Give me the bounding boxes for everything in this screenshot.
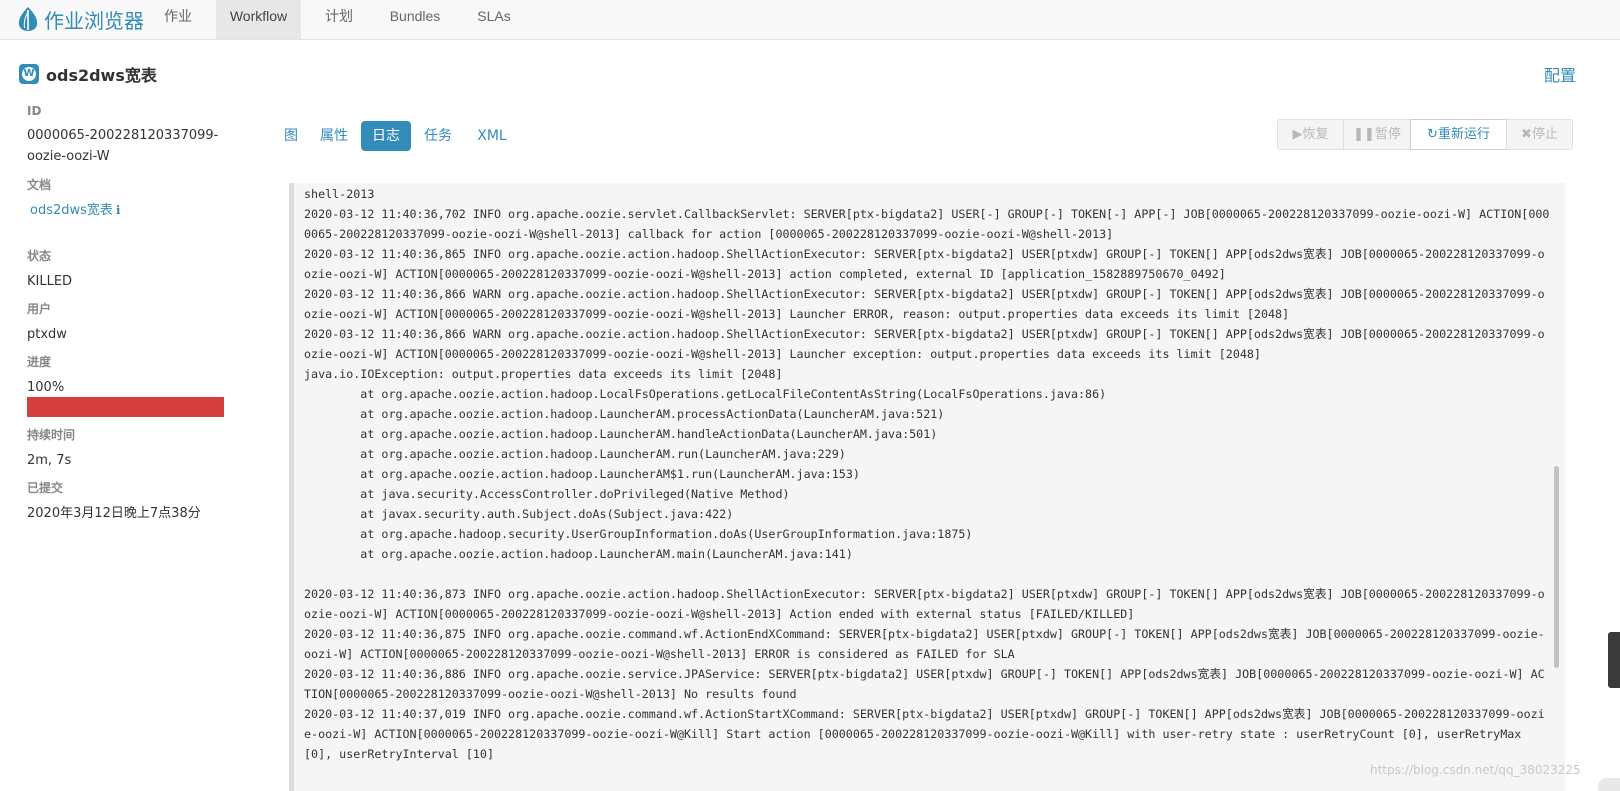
log-line: at org.apache.oozie.action.hadoop.Launch… [360,467,860,481]
nav-item-jobs[interactable]: 作业 [155,0,201,39]
action-button-group: ▶恢复 ❚❚暂停 ↻重新运行 ✖停止 [1277,119,1573,150]
pause-icon: ❚❚ [1353,127,1375,142]
log-line: 2020-03-12 11:40:36,866 WARN org.apache.… [304,327,1545,361]
duration-value: 2m, 7s [27,453,72,468]
info-icon[interactable]: ℹ [116,203,121,217]
side-feedback-widget[interactable] [1608,632,1620,688]
brand[interactable]: 作业浏览器 [16,4,144,34]
log-line: 2020-03-12 11:40:36,866 WARN org.apache.… [304,287,1545,321]
tab-log[interactable]: 日志 [361,121,411,151]
nav-item-workflow[interactable]: Workflow [216,0,301,39]
refresh-icon: ↻ [1427,127,1438,142]
user-label: 用户 [27,302,52,316]
log-line: 2020-03-12 11:40:36,875 INFO org.apache.… [304,627,1545,661]
log-line: at org.apache.oozie.action.hadoop.Launch… [360,407,945,421]
log-panel[interactable]: shell-2013 2020-03-12 11:40:36,702 INFO … [289,183,1565,791]
id-section: ID 0000065-200228120337099-oozie-oozi-W [27,104,227,167]
progress-bar [27,397,224,417]
log-line: at org.apache.oozie.action.hadoop.LocalF… [360,387,1107,401]
log-line: at org.apache.hadoop.security.UserGroupI… [360,527,973,541]
rerun-button[interactable]: ↻重新运行 [1410,119,1507,150]
progress-label: 进度 [27,355,52,369]
status-label: 状态 [27,249,52,263]
tab-properties[interactable]: 属性 [316,121,352,151]
suspend-button[interactable]: ❚❚暂停 [1343,119,1411,150]
log-line: 2020-03-12 11:40:36,873 INFO org.apache.… [304,587,1545,621]
nav-item-bundles[interactable]: Bundles [383,0,447,39]
tab-graph[interactable]: 图 [282,121,300,151]
kill-button[interactable]: ✖停止 [1506,119,1573,150]
submitted-label: 已提交 [27,481,64,495]
status-section: 状态 KILLED [27,247,227,292]
top-navbar: 作业浏览器 作业 Workflow 计划 Bundles SLAs [0,0,1620,40]
log-line: 2020-03-12 11:40:36,865 INFO org.apache.… [304,247,1545,281]
doc-link[interactable]: ods2dws宽表 [30,203,113,218]
duration-label: 持续时间 [27,428,76,442]
config-link[interactable]: 配置 [1544,62,1576,86]
log-scrollbar[interactable] [1554,466,1559,668]
log-line: at org.apache.oozie.action.hadoop.Launch… [360,447,846,461]
log-line: at org.apache.oozie.action.hadoop.Launch… [360,547,853,561]
log-line: shell-2013 [304,187,375,201]
log-line: java.io.IOException: output.properties d… [304,367,783,381]
doc-section: 文档 ods2dws宽表 ℹ [27,176,227,221]
play-icon: ▶ [1292,127,1303,142]
submitted-value: 2020年3月12日晚上7点38分 [27,506,201,521]
log-line: 2020-03-12 11:40:36,886 INFO org.apache.… [304,667,1545,701]
doc-label: 文档 [27,178,52,192]
user-value: ptxdw [27,327,67,342]
id-value: 0000065-200228120337099-oozie-oozi-W [27,128,219,164]
log-line: 2020-03-12 11:40:37,019 INFO org.apache.… [304,707,1545,761]
close-icon: ✖ [1521,127,1532,142]
log-text: shell-2013 2020-03-12 11:40:36,702 INFO … [304,184,1551,764]
user-section: 用户 ptxdw [27,300,227,345]
progress-section: 进度 100% [27,353,227,417]
status-value: KILLED [27,274,73,289]
progress-value: 100% [27,380,65,395]
tab-tasks[interactable]: 任务 [420,121,456,151]
watermark: https://blog.csdn.net/qq_38023225 [1370,763,1581,777]
app-title: 作业浏览器 [44,8,144,33]
submitted-section: 已提交 2020年3月12日晚上7点38分 [27,479,227,524]
oozie-logo-icon [18,7,38,31]
workflow-badge-icon: W [19,64,39,84]
log-line: at org.apache.oozie.action.hadoop.Launch… [360,427,938,441]
corner-widget[interactable] [1598,778,1620,791]
job-header: W ods2dws宽表 [19,62,157,86]
nav-item-schedule[interactable]: 计划 [316,0,362,39]
log-line: at java.security.AccessController.doPriv… [360,487,790,501]
job-title: ods2dws宽表 [46,66,157,85]
log-line: at javax.security.auth.Subject.doAs(Subj… [360,507,734,521]
nav-item-slas[interactable]: SLAs [470,0,518,39]
tab-xml[interactable]: XML [472,121,512,151]
log-line: 2020-03-12 11:40:36,702 INFO org.apache.… [304,207,1550,241]
id-label: ID [27,104,42,118]
resume-button[interactable]: ▶恢复 [1277,119,1344,150]
duration-section: 持续时间 2m, 7s [27,426,227,471]
